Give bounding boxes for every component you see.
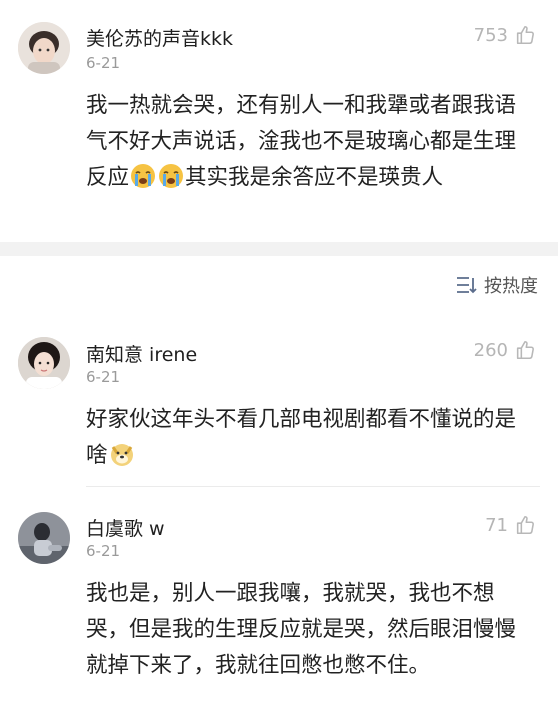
doge-face-icon bbox=[109, 441, 135, 467]
avatar[interactable] bbox=[18, 512, 70, 564]
thumbs-up-icon bbox=[514, 339, 536, 361]
like-button[interactable]: 260 bbox=[474, 339, 536, 361]
comment-text-main: 我也是，别人一跟我嚷，我就哭，我也不想哭，但是我的生理反应就是哭，然后眼泪慢慢就… bbox=[86, 581, 517, 678]
comment-text: 我也是，别人一跟我嚷，我就哭，我也不想哭，但是我的生理反应就是哭，然后眼泪慢慢就… bbox=[86, 576, 534, 684]
thumbs-up-icon bbox=[514, 514, 536, 536]
thumbs-up-icon bbox=[514, 24, 536, 46]
sort-label: 按热度 bbox=[484, 276, 538, 297]
comment-date: 6-21 bbox=[86, 368, 121, 386]
sort-by-hot-button[interactable]: 按热度 bbox=[456, 272, 538, 298]
comment-text-tail: 其实我是余答应不是瑛贵人 bbox=[185, 165, 444, 190]
loudly-crying-face-icon bbox=[158, 163, 184, 189]
comment-date: 6-21 bbox=[86, 54, 121, 72]
comment-separator bbox=[86, 486, 540, 487]
comment-text: 好家伙这年头不看几部电视剧都看不懂说的是啥 bbox=[86, 402, 534, 474]
avatar-image bbox=[18, 22, 70, 74]
comment-text: 我一热就会哭，还有别人一和我犟或者跟我语气不好大声说话，淦我也不是玻璃心都是生理… bbox=[86, 88, 534, 196]
comment-author[interactable]: 南知意 irene bbox=[86, 340, 197, 367]
avatar[interactable] bbox=[18, 337, 70, 389]
avatar[interactable] bbox=[18, 22, 70, 74]
section-divider bbox=[0, 242, 558, 256]
like-button[interactable]: 753 bbox=[474, 24, 536, 46]
comment-author[interactable]: 白虞歌 w bbox=[86, 514, 165, 541]
sort-icon bbox=[456, 276, 478, 294]
comment-text-main: 好家伙这年头不看几部电视剧都看不懂说的是啥 bbox=[86, 407, 517, 468]
avatar-image bbox=[18, 337, 70, 389]
like-count: 753 bbox=[473, 24, 508, 46]
loudly-crying-face-icon bbox=[130, 163, 156, 189]
avatar-image bbox=[18, 512, 70, 564]
comment-date: 6-21 bbox=[86, 542, 121, 560]
like-count: 260 bbox=[473, 339, 508, 361]
comment-author[interactable]: 美伦苏的声音kkk bbox=[86, 24, 233, 51]
like-count: 71 bbox=[485, 514, 508, 536]
like-button[interactable]: 71 bbox=[485, 514, 536, 536]
